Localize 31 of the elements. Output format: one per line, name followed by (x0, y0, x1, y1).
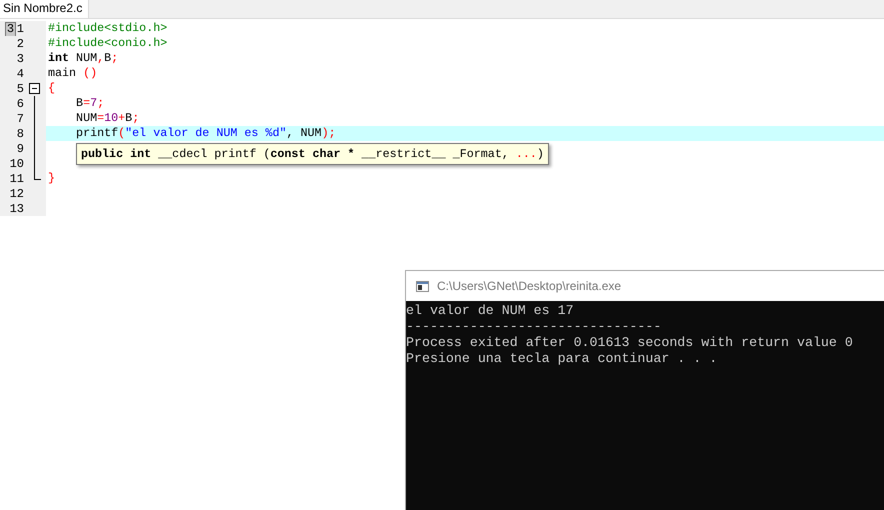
console-output: Presione una tecla para continuar . . . (406, 351, 718, 367)
console-icon (416, 280, 429, 292)
line-number: 12 (10, 186, 24, 200)
line-number: 6 (16, 96, 24, 110)
code-line: printf("el valor de NUM es %d", NUM); (75, 126, 336, 140)
code-line: B=7; (75, 96, 104, 110)
file-tab[interactable]: Sin Nombre2.c (0, 0, 90, 18)
line-number: 3 (16, 52, 24, 66)
code-line: { (48, 81, 56, 95)
console-output: Process exited after 0.01613 seconds with return value 0 (406, 335, 854, 351)
console-output: el valor de NUM es 17 (406, 303, 575, 319)
signature-tooltip: public int __cdecl printf (const char * __restrict__ _Format, ...) (76, 143, 549, 165)
console-output: -------------------------------- (406, 319, 662, 335)
line-number: 2 (16, 36, 24, 50)
line-number: 7 (16, 112, 24, 126)
code-line: int NUM,B; (48, 51, 118, 65)
collapse-icon[interactable] (29, 83, 40, 94)
line-number: 9 (16, 142, 24, 156)
line-number: 10 (10, 156, 24, 170)
code-line: #include<conio.h> (48, 36, 168, 50)
line-number: 8 (16, 126, 24, 140)
line-number: 1 (16, 22, 24, 36)
code-line: } (48, 171, 56, 185)
code-line: #include<stdio.h> (48, 21, 168, 35)
code-line: NUM=10+B; (75, 111, 140, 125)
window-title: C:\Users\GNet\Desktop\reinita.exe (437, 279, 622, 293)
code-line: main () (48, 66, 98, 80)
line-number: 13 (10, 202, 24, 216)
line-number: 4 (16, 66, 24, 80)
line-number: 11 (10, 172, 24, 186)
line-number: 5 (16, 82, 24, 96)
